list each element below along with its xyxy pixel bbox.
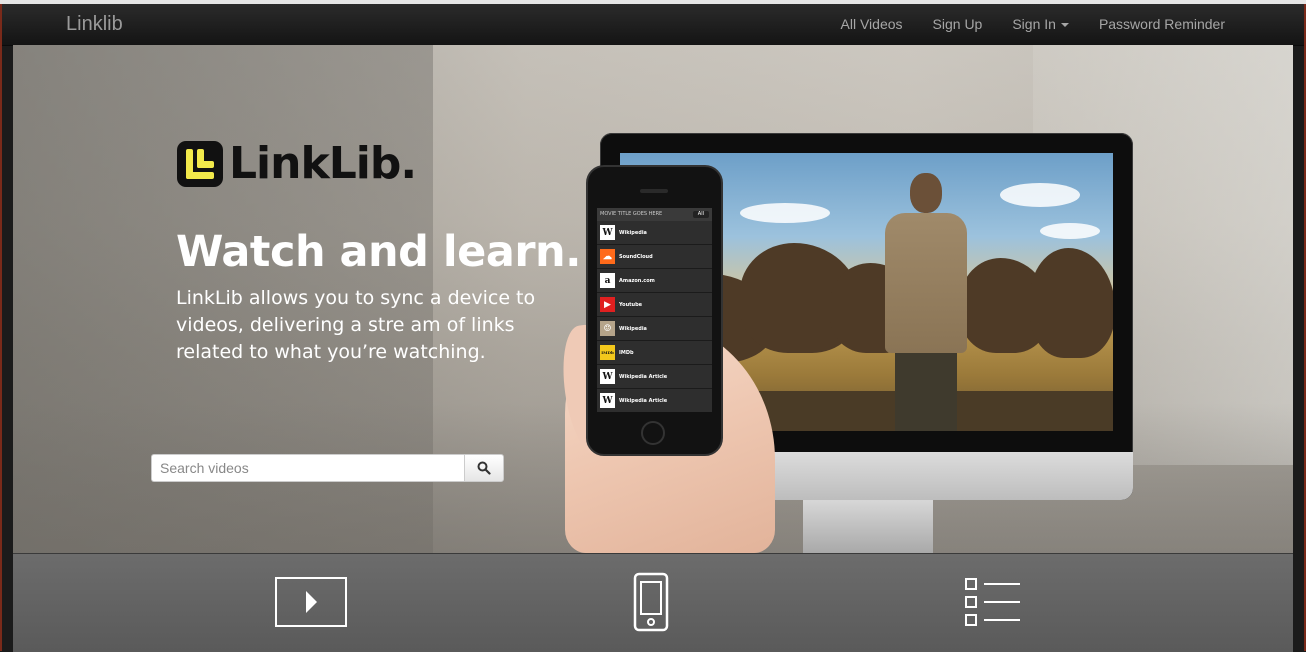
window-left-edge	[0, 4, 13, 651]
play-video-icon	[275, 577, 347, 627]
phone-link-source-icon: a	[600, 273, 615, 288]
phone-link-row: ▶ Youtube	[597, 293, 712, 317]
phone-link-title: Wikipedia	[619, 229, 647, 236]
nav-password-reminder[interactable]: Password Reminder	[1084, 4, 1304, 45]
hero-headline: Watch and learn.	[176, 227, 582, 277]
search-button[interactable]	[464, 454, 504, 482]
nav-sign-in-dropdown[interactable]: Sign In	[997, 4, 1084, 45]
phone-link-title: Wikipedia Article	[619, 373, 668, 380]
phone-link-row: a Amazon.com	[597, 269, 712, 293]
linklib-logo-icon	[177, 141, 223, 187]
hero-section: LinkLib. Watch and learn. LinkLib allows…	[13, 45, 1293, 553]
phone-link-title: IMDb	[619, 349, 634, 356]
navbar: Linklib All Videos Sign Up Sign In Passw…	[2, 4, 1304, 46]
phone-link-row: ☺ Wikipedia	[597, 317, 712, 341]
phone-link-source-icon: ☁	[600, 249, 615, 264]
search-input[interactable]	[151, 454, 464, 482]
features-strip	[13, 553, 1293, 652]
logo-wordmark: LinkLib.	[229, 138, 417, 189]
phone-link-title: SoundCloud	[619, 253, 653, 260]
phone-speaker	[640, 189, 668, 193]
phone-link-title: Wikipedia Article	[619, 397, 668, 404]
caret-down-icon	[1060, 23, 1069, 28]
phone-link-source-icon: W	[600, 393, 615, 408]
phone-link-row: W Wikipedia Article	[597, 389, 712, 412]
phone-link-list: W Wikipedia ☁ SoundCloud a Amazon.com ▶ Youtube…	[597, 221, 712, 412]
phone-all-button: All	[692, 211, 709, 218]
phone-home-button	[641, 421, 665, 445]
search-form	[151, 454, 504, 482]
nav-all-videos[interactable]: All Videos	[826, 4, 918, 45]
search-icon	[477, 461, 491, 475]
hero-description: LinkLib allows you to sync a device to v…	[176, 287, 536, 363]
linklib-logo: LinkLib.	[177, 138, 417, 189]
phone-link-source-icon: ▶	[600, 297, 615, 312]
phone-link-row: W Wikipedia	[597, 221, 712, 245]
phone-movie-title: MOVIE TITLE GOES HERE	[600, 211, 663, 217]
phone-link-source-icon: ☺	[600, 321, 615, 336]
smartphone-icon	[633, 572, 669, 632]
phone-link-source-icon: W	[600, 369, 615, 384]
phone-link-title: Youtube	[619, 301, 643, 308]
phone-link-row: IMDb IMDb	[597, 341, 712, 365]
phone-link-title: Wikipedia	[619, 325, 647, 332]
phone-link-source-icon: IMDb	[600, 345, 615, 360]
nav-sign-in-label: Sign In	[1012, 16, 1056, 32]
phone-link-row: W Wikipedia Article	[597, 365, 712, 389]
phone-link-title: Amazon.com	[619, 277, 655, 284]
nav-sign-up[interactable]: Sign Up	[918, 4, 998, 45]
nav-menu: All Videos Sign Up Sign In Password Remi…	[826, 4, 1304, 45]
smartphone-image: MOVIE TITLE GOES HERE All W Wikipedia ☁ Sou…	[586, 165, 723, 456]
phone-screen: MOVIE TITLE GOES HERE All W Wikipedia ☁ Sou…	[597, 208, 712, 412]
phone-link-row: ☁ SoundCloud	[597, 245, 712, 269]
monitor-stand	[803, 500, 933, 553]
brand-link[interactable]: Linklib	[66, 13, 123, 36]
phone-link-source-icon: W	[600, 225, 615, 240]
window-right-edge	[1293, 4, 1306, 651]
phone-app-header: MOVIE TITLE GOES HERE All	[597, 208, 712, 221]
checklist-icon	[965, 578, 1020, 626]
